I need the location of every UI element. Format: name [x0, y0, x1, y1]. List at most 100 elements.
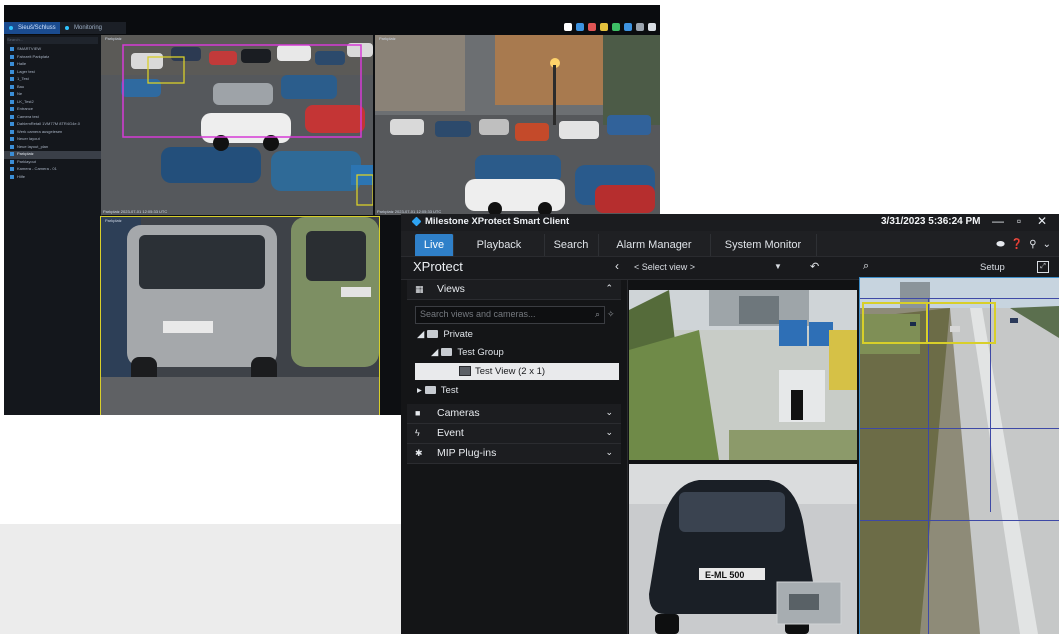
tree-item-test[interactable]: ▸ Test	[417, 382, 617, 399]
search-input[interactable]: Search views and cameras... ⌕	[415, 306, 605, 324]
back-tab-label: Monitoring	[74, 25, 103, 31]
license-plate: E-ML 500	[705, 570, 744, 580]
cell-label: Parkplatz	[105, 36, 122, 41]
close-icon[interactable]	[648, 23, 656, 31]
back-tree-label: Camera test	[17, 113, 39, 119]
parking-video-1	[101, 35, 373, 215]
back-tree-item[interactable]: Camera test	[4, 114, 101, 122]
video-cell-parking-2[interactable]: Parkplatz Parkplatz 2023-07-01 12:05:33 …	[375, 35, 660, 215]
back-tab-1[interactable]: Sieuš/Schluss	[4, 22, 64, 34]
tab-playback[interactable]: Playback	[454, 234, 545, 256]
parking-video-2	[375, 35, 660, 215]
camera-icon	[10, 114, 14, 119]
tab-alarm-manager[interactable]: Alarm Manager	[598, 234, 711, 256]
setup-button[interactable]: Setup	[980, 262, 1005, 273]
folder-icon	[427, 330, 439, 339]
back-tree-label: Lager test	[17, 68, 35, 74]
back-tab-2[interactable]: Monitoring	[60, 22, 126, 34]
gear-icon[interactable]	[564, 23, 572, 31]
outdoor-camera-feed	[629, 290, 857, 460]
back-tree-item[interactable]: Parklayout	[4, 159, 101, 167]
event-panel-header[interactable]: ϟ Event ⌄	[407, 424, 621, 444]
back-tree-label: Entrance	[17, 106, 34, 111]
tab-live[interactable]: Live	[415, 234, 454, 256]
back-tree-item[interactable]: Lager test	[4, 69, 101, 77]
back-tree-item[interactable]: 1_Test	[4, 76, 101, 84]
back-tree-item[interactable]: Werk camera ausgelesen	[4, 129, 101, 137]
plugin-icon: ✱	[415, 448, 423, 458]
connection-icon[interactable]: ⬬	[996, 239, 1005, 250]
back-tree-item[interactable]: Kamera - Camera - 01	[4, 166, 101, 174]
views-panel-header[interactable]: ▦ Views ⌃	[407, 280, 621, 300]
tree-label: Test View (2 x 1)	[475, 366, 546, 377]
chevron-down-icon: ⌄	[605, 427, 613, 437]
monitor-icon[interactable]	[624, 23, 632, 31]
chevron-down-icon[interactable]: ⌄	[1043, 239, 1051, 250]
back-tree-label: Halle	[17, 61, 27, 66]
filter-icon[interactable]: ✧	[607, 309, 615, 320]
camera-icon	[10, 84, 14, 89]
dropdown-arrow-icon[interactable]: ▼	[774, 262, 782, 271]
back-tree-item[interactable]: Neuer layout	[4, 136, 101, 144]
window-icon[interactable]	[636, 23, 644, 31]
grid-line	[860, 520, 1059, 521]
key-icon[interactable]: ⚲	[1029, 239, 1036, 250]
mip-panel-header[interactable]: ✱ MIP Plug-ins ⌄	[407, 444, 621, 464]
tab-search[interactable]: Search	[544, 234, 599, 256]
video-view-outdoor[interactable]	[629, 290, 857, 460]
cell-footer: Parkplatz 2023-07-01 12:05:33 UTC	[103, 209, 168, 214]
minimize-icon[interactable]: —	[987, 214, 1009, 231]
back-tree-item[interactable]: Entrance	[4, 106, 101, 114]
grid-line	[928, 298, 929, 634]
close-icon[interactable]: ✕	[1031, 214, 1053, 231]
back-tree-item[interactable]: Neue layout_plan	[4, 144, 101, 152]
background-band	[0, 524, 420, 634]
back-tree-item[interactable]: DahlemRetail 1VM77M 8TR4G4e.0	[4, 121, 101, 129]
back-tree-item[interactable]: Bau	[4, 84, 101, 92]
tree-item-private[interactable]: ◢ Private	[417, 326, 617, 343]
lightning-icon: ϟ	[415, 428, 420, 438]
window-title: Milestone XProtect Smart Client	[425, 216, 570, 227]
back-tree-item[interactable]: Hilfe	[4, 174, 101, 182]
video-view-vehicle[interactable]: E-ML 500	[629, 464, 857, 634]
grid-line	[860, 298, 1059, 299]
vehicle-camera-feed: E-ML 500	[629, 464, 857, 634]
collapse-pane-icon[interactable]: ‹	[615, 259, 619, 273]
camera-icon	[10, 107, 14, 111]
back-tree-item[interactable]: Halle	[4, 61, 101, 69]
tree-item-test-group[interactable]: ◢ Test Group	[431, 344, 617, 361]
tree-item-test-view[interactable]: Test View (2 x 1)	[415, 363, 619, 380]
help-icon[interactable]: ❓	[1011, 239, 1023, 250]
views-header: Views	[437, 283, 465, 295]
user-icon[interactable]	[576, 23, 584, 31]
video-view-road[interactable]	[859, 277, 1059, 634]
back-tree-label: Parklayout	[17, 158, 36, 164]
back-tree-search[interactable]: Search...	[7, 37, 98, 44]
back-tree-label: Parkplatz	[17, 151, 34, 156]
zoom-search-icon[interactable]: ⌕	[863, 260, 869, 273]
left-pane: ▦ Views ⌃ Search views and cameras... ⌕ …	[401, 280, 628, 634]
back-tree-item[interactable]: Fahrzeit Parkplatz	[4, 54, 101, 62]
back-tree-list: SMARTVIEW Fahrzeit Parkplatz Halle Lager te…	[4, 46, 101, 181]
video-cell-parking-3[interactable]: Parkplatz	[100, 216, 380, 415]
alert-icon[interactable]	[588, 23, 596, 31]
status-icon[interactable]	[612, 23, 620, 31]
camera-icon	[10, 54, 14, 59]
back-tree-item[interactable]: SMARTVIEW	[4, 46, 101, 54]
fullscreen-icon[interactable]: ⤢	[1037, 261, 1049, 273]
maximize-icon[interactable]: ▫	[1008, 214, 1030, 231]
back-tree-item[interactable]: Parkplatz	[4, 151, 101, 159]
undo-icon[interactable]: ↶	[810, 260, 819, 273]
bell-icon[interactable]	[600, 23, 608, 31]
video-cell-parking-1[interactable]: Parkplatz Parkplatz 2023-07-01 12:05:33 …	[101, 35, 373, 215]
cameras-header: Cameras	[437, 407, 480, 419]
camera-icon	[10, 174, 14, 179]
cameras-panel-header[interactable]: ■ Cameras ⌄	[407, 404, 621, 424]
select-view-dropdown[interactable]: < Select view >	[634, 262, 695, 272]
title-bar: Milestone XProtect Smart Client 3/31/202…	[401, 214, 1059, 231]
tab-system-monitor[interactable]: System Monitor	[710, 234, 817, 256]
back-tree-label: Fahrzeit Parkplatz	[17, 53, 50, 59]
back-tree-item[interactable]: Ne	[4, 91, 101, 99]
back-tree-item[interactable]: LK_Test2	[4, 99, 101, 107]
mip-header: MIP Plug-ins	[437, 447, 497, 459]
